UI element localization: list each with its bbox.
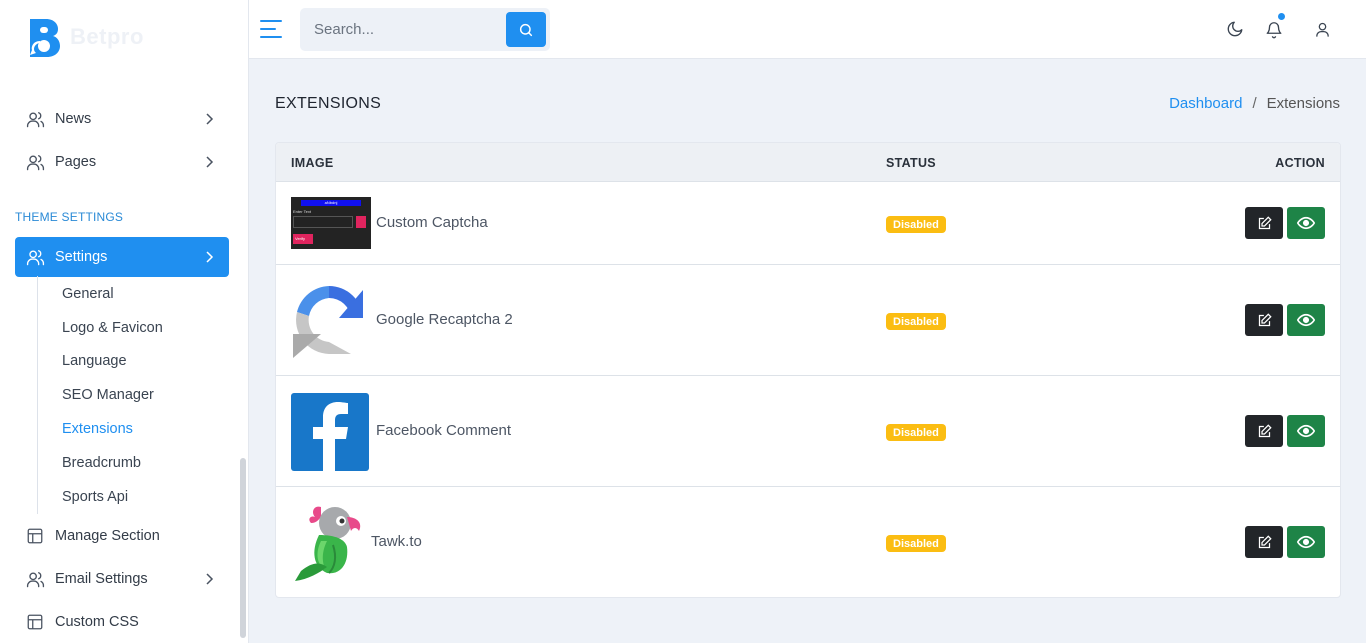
notification-dot	[1278, 13, 1285, 20]
breadcrumb-dashboard-link[interactable]: Dashboard	[1169, 95, 1242, 112]
recaptcha-logo	[291, 282, 369, 358]
users-icon	[25, 152, 45, 172]
view-button[interactable]	[1287, 415, 1325, 447]
sidebar-item-manage-section[interactable]: Manage Section	[15, 516, 229, 556]
page-title: EXTENSIONS	[275, 95, 382, 112]
edit-icon	[1258, 215, 1272, 229]
table-row: aNbdnj Enter Text Verify Custom Captcha …	[276, 182, 1340, 265]
search-icon	[519, 23, 533, 36]
status-badge: Disabled	[886, 313, 946, 330]
column-header-image: IMAGE	[291, 156, 334, 170]
extension-name: Facebook Comment	[376, 422, 512, 439]
captcha-thumbnail: aNbdnj Enter Text Verify	[291, 197, 371, 249]
breadcrumb-separator: /	[1252, 95, 1257, 112]
edit-icon	[1258, 312, 1272, 326]
sidebar-scrollbar[interactable]	[240, 458, 246, 638]
sidebar-item-label: Custom CSS	[55, 614, 139, 630]
status-badge: Disabled	[886, 535, 946, 552]
captcha-thumb-label: Enter Text	[293, 209, 311, 214]
tawk-parrot-logo	[291, 501, 371, 583]
sidebar-subitem-breadcrumb[interactable]: Breadcrumb	[62, 455, 141, 471]
moon-icon[interactable]	[1224, 18, 1246, 40]
edit-icon	[1258, 423, 1272, 437]
users-icon	[25, 569, 45, 589]
edit-button[interactable]	[1245, 415, 1283, 447]
breadcrumb-current: Extensions	[1266, 95, 1340, 112]
chevron-right-icon	[201, 111, 217, 127]
logo-icon	[24, 17, 62, 57]
sidebar-item-settings[interactable]: Settings	[15, 237, 229, 277]
extension-name: Google Recaptcha 2	[376, 311, 513, 328]
edit-button[interactable]	[1245, 304, 1283, 336]
brand-name: Betpro	[70, 24, 144, 49]
sidebar-item-pages[interactable]: Pages	[15, 142, 229, 182]
edit-button[interactable]	[1245, 207, 1283, 239]
sidebar-item-news[interactable]: News	[15, 99, 229, 139]
sidebar-item-label: Settings	[55, 249, 108, 265]
chevron-right-icon	[201, 154, 217, 170]
sidebar-subitem-general[interactable]: General	[62, 286, 114, 302]
extension-name: Tawk.to	[371, 533, 422, 550]
table-header: IMAGE STATUS ACTION	[276, 143, 1340, 182]
column-header-status: STATUS	[886, 156, 936, 170]
edit-button[interactable]	[1245, 526, 1283, 558]
bell-icon[interactable]	[1263, 13, 1285, 40]
view-button[interactable]	[1287, 207, 1325, 239]
sidebar-item-label: News	[55, 111, 92, 127]
captcha-thumb-header: aNbdnj	[301, 200, 361, 206]
layout-icon	[25, 612, 45, 632]
breadcrumb: Dashboard / Extensions	[1169, 95, 1340, 112]
sidebar-item-custom-css[interactable]: Custom CSS	[15, 602, 229, 642]
facebook-logo	[291, 393, 369, 471]
brand-logo[interactable]: Betpro	[24, 16, 144, 58]
status-badge: Disabled	[886, 424, 946, 441]
eye-icon	[1297, 424, 1315, 438]
extension-name: Custom Captcha	[376, 214, 488, 231]
table-row: Facebook Comment Disabled	[276, 376, 1340, 487]
edit-icon	[1258, 534, 1272, 548]
search-input[interactable]	[300, 8, 505, 51]
sidebar-subitem-language[interactable]: Language	[62, 353, 127, 369]
search-button[interactable]	[506, 12, 546, 47]
sidebar-item-label: Email Settings	[55, 571, 148, 587]
sidebar-subitem-extensions[interactable]: Extensions	[62, 421, 133, 437]
view-button[interactable]	[1287, 526, 1325, 558]
layout-icon	[25, 526, 45, 546]
column-header-action: ACTION	[1275, 156, 1325, 170]
captcha-thumb-input	[293, 216, 353, 228]
chevron-right-icon	[201, 249, 217, 265]
eye-icon	[1297, 216, 1315, 230]
users-icon	[25, 247, 45, 267]
sidebar-item-email-settings[interactable]: Email Settings	[15, 559, 229, 599]
status-badge: Disabled	[886, 216, 946, 233]
users-icon	[25, 109, 45, 129]
captcha-thumb-button: Verify	[293, 234, 313, 244]
eye-icon	[1297, 535, 1315, 549]
sidebar-subitem-sports-api[interactable]: Sports Api	[62, 489, 128, 505]
sidebar-subitem-seo-manager[interactable]: SEO Manager	[62, 387, 154, 403]
sidebar-item-label: Pages	[55, 154, 97, 170]
view-button[interactable]	[1287, 304, 1325, 336]
search-bar	[300, 8, 550, 51]
sidebar-section-title: THEME SETTINGS	[15, 210, 124, 224]
eye-icon	[1297, 313, 1315, 327]
topbar	[249, 0, 1366, 59]
user-icon[interactable]	[1311, 18, 1333, 40]
sidebar-item-label: Manage Section	[55, 528, 160, 544]
chevron-right-icon	[201, 571, 217, 587]
extensions-table: IMAGE STATUS ACTION aNbdnj Enter Text Ve…	[275, 142, 1341, 598]
sidebar: Betpro News Pages THEME SETTINGS Setting…	[0, 0, 249, 643]
menu-toggle-icon[interactable]	[259, 18, 283, 40]
table-row: Tawk.to Disabled	[276, 487, 1340, 597]
captcha-thumb-refresh	[356, 216, 366, 228]
table-row: Google Recaptcha 2 Disabled	[276, 265, 1340, 376]
sidebar-subitem-logo-favicon[interactable]: Logo & Favicon	[62, 320, 163, 336]
submenu-divider	[37, 276, 38, 514]
